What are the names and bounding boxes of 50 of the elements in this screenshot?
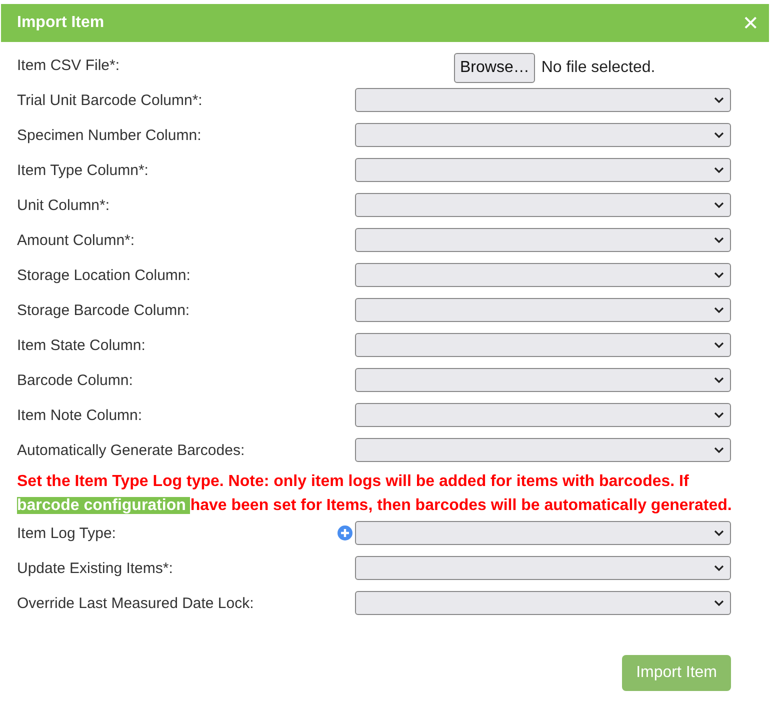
field-label: Update Existing Items*:	[17, 560, 173, 576]
dropdown-select[interactable]	[355, 403, 731, 427]
field-label: Item Note Column:	[17, 406, 142, 424]
dropdown-select[interactable]	[355, 368, 731, 392]
field-label: Item Log Type:	[17, 524, 116, 542]
dropdown-select[interactable]	[355, 123, 731, 147]
chevron-down-icon	[714, 306, 724, 314]
add-icon[interactable]	[337, 525, 353, 541]
warning-note: Set the Item Type Log type. Note: only item logs will be added for items with barcodes. If barcode configuration have been set for Items, then barcodes will be automatically generated.	[17, 472, 733, 516]
chevron-down-icon	[714, 600, 724, 606]
dialog-title: Import Item	[17, 14, 104, 32]
chevron-down-icon	[714, 446, 724, 454]
field-label: Barcode Column:	[17, 372, 133, 388]
dropdown-select[interactable]	[355, 298, 731, 322]
chevron-down-icon	[714, 96, 724, 104]
field-label: Storage Barcode Column:	[17, 302, 190, 318]
dropdown-select[interactable]	[355, 228, 731, 252]
field-label: Item Type Column*:	[17, 162, 148, 178]
chevron-down-icon	[714, 530, 724, 536]
dropdown-select[interactable]	[355, 333, 731, 357]
dropdown-select[interactable]	[355, 193, 731, 217]
dropdown-select[interactable]	[355, 556, 731, 580]
import-button[interactable]: Import Item	[622, 655, 731, 691]
field-label: Trial Unit Barcode Column*:	[17, 92, 202, 108]
chevron-down-icon	[714, 412, 724, 418]
chevron-down-icon	[714, 376, 724, 384]
chevron-down-icon	[714, 272, 724, 278]
chevron-down-icon	[714, 342, 724, 348]
field-label: Specimen Number Column:	[17, 126, 202, 144]
close-button[interactable]: ✕	[738, 11, 763, 35]
browse-button[interactable]: Browse…	[454, 53, 536, 83]
field-label: Amount Column*:	[17, 232, 135, 248]
dropdown-select[interactable]	[355, 591, 731, 615]
field-label: Override Last Measured Date Lock:	[17, 594, 254, 612]
field-label: Item State Column:	[17, 336, 146, 354]
field-label: Storage Location Column:	[17, 266, 190, 284]
dropdown-select[interactable]	[355, 88, 731, 112]
dropdown-select[interactable]	[355, 158, 731, 182]
chevron-down-icon	[714, 236, 724, 244]
dropdown-select[interactable]	[355, 438, 731, 462]
dropdown-select[interactable]	[355, 521, 731, 545]
chevron-down-icon	[714, 132, 724, 138]
file-status: No file selected.	[541, 59, 656, 77]
chevron-down-icon	[714, 564, 724, 572]
dropdown-select[interactable]	[355, 263, 731, 287]
chevron-down-icon	[714, 202, 724, 208]
field-label: Item CSV File*:	[17, 56, 120, 74]
field-label: Automatically Generate Barcodes:	[17, 442, 245, 458]
chevron-down-icon	[714, 166, 724, 174]
field-label: Unit Column*:	[17, 196, 110, 214]
